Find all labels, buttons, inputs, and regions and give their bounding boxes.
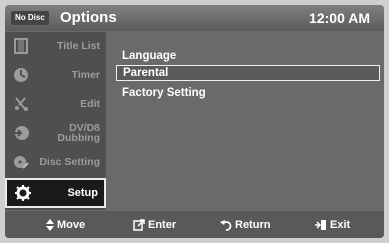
disc-icon: [13, 154, 29, 170]
enter-icon: [133, 218, 145, 231]
return-icon: [220, 219, 232, 231]
sidebar-item-label: Disc Setting: [39, 156, 100, 168]
footer-hints: Move Enter Return Exit: [5, 211, 384, 238]
sidebar-item-label: Timer: [71, 69, 100, 81]
sidebar-item-label: Setup: [67, 187, 98, 199]
dubbing-icon: [13, 125, 29, 141]
sidebar-item-dubbing[interactable]: DV/D8 Dubbing: [5, 119, 106, 147]
sidebar: Title List Timer Edit DV/D8 Dubbing Disc…: [5, 32, 106, 210]
menu-item-factory-setting[interactable]: Factory Setting: [116, 85, 380, 101]
menu-item-language[interactable]: Language: [116, 48, 380, 64]
timer-icon: [13, 67, 29, 83]
sidebar-item-disc-setting[interactable]: Disc Setting: [5, 148, 106, 176]
sidebar-item-label: Title List: [57, 40, 100, 52]
sidebar-item-label: DV/D8 Dubbing: [57, 122, 100, 144]
no-disc-badge: No Disc: [11, 11, 49, 25]
up-down-arrow-icon: [46, 218, 54, 231]
enter-label: Enter: [148, 218, 177, 231]
return-hint: Return: [220, 211, 270, 238]
clock-time: 12:00 AM: [309, 10, 370, 26]
film-icon: [13, 38, 29, 54]
move-hint: Move: [46, 211, 85, 238]
exit-label: Exit: [330, 218, 351, 231]
header-bar: No Disc Options 12:00 AM: [5, 5, 384, 31]
sidebar-item-setup[interactable]: Setup: [5, 178, 106, 208]
scissors-icon: [13, 96, 29, 112]
sidebar-item-title-list[interactable]: Title List: [5, 32, 106, 60]
options-window: No Disc Options 12:00 AM Title List Time…: [5, 5, 384, 238]
exit-hint: Exit: [315, 211, 350, 238]
move-label: Move: [57, 218, 86, 231]
sidebar-item-label: Edit: [80, 98, 100, 110]
exit-icon: [315, 219, 327, 231]
setup-menu: Language Parental Factory Setting: [107, 32, 384, 210]
return-label: Return: [235, 218, 271, 231]
sidebar-item-timer[interactable]: Timer: [5, 61, 106, 89]
osd-screen: No Disc Options 12:00 AM Title List Time…: [0, 0, 389, 243]
enter-hint: Enter: [133, 211, 176, 238]
page-title: Options: [60, 9, 117, 26]
sidebar-item-edit[interactable]: Edit: [5, 90, 106, 118]
menu-item-parental[interactable]: Parental: [116, 65, 380, 81]
